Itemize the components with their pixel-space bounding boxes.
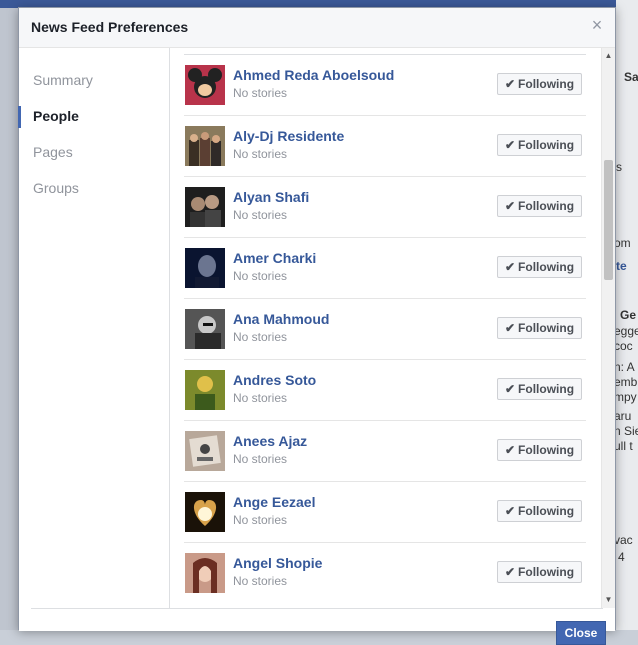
list-item: Ange Eezael No stories ✔ Following <box>184 481 586 542</box>
person-status: No stories <box>233 147 288 161</box>
avatar[interactable] <box>185 65 225 105</box>
dialog-body: Summary People Pages Groups Ahmed Reda A… <box>18 48 615 608</box>
check-icon: ✔ <box>504 443 516 457</box>
following-button[interactable]: ✔ Following <box>497 439 582 461</box>
avatar[interactable] <box>185 553 225 593</box>
person-status: No stories <box>233 452 288 466</box>
following-button[interactable]: ✔ Following <box>497 256 582 278</box>
nav-item-people[interactable]: People <box>18 98 169 134</box>
person-status: No stories <box>233 574 288 588</box>
check-icon: ✔ <box>504 565 516 579</box>
following-button[interactable]: ✔ Following <box>497 195 582 217</box>
news-feed-preferences-dialog: News Feed Preferences × Summary People P… <box>18 7 616 645</box>
scroll-down-icon[interactable]: ▼ <box>602 594 615 606</box>
background-fragment: aru <box>614 409 632 423</box>
list-item: Ahmed Reda Aboelsoud No stories ✔ Follow… <box>184 54 586 115</box>
person-name[interactable]: Ahmed Reda Aboelsoud <box>233 67 394 83</box>
background-right-strip: Sa s om te Ge egge coc n: A emb mpy aru … <box>614 0 638 630</box>
list-item: Ana Mahmoud No stories ✔ Following <box>184 298 586 359</box>
person-name[interactable]: Angel Shopie <box>233 555 322 571</box>
background-fragment: om <box>614 236 631 250</box>
people-list: Ahmed Reda Aboelsoud No stories ✔ Follow… <box>170 48 600 608</box>
avatar[interactable] <box>185 492 225 532</box>
following-button[interactable]: ✔ Following <box>497 561 582 583</box>
check-icon: ✔ <box>504 199 516 213</box>
avatar[interactable] <box>185 370 225 410</box>
scrollbar[interactable]: ▲ ▼ <box>601 48 615 608</box>
following-button-label: Following <box>518 321 575 335</box>
list-item: Angel Shopie No stories ✔ Following <box>184 542 586 603</box>
list-item: Anees Ajaz No stories ✔ Following <box>184 420 586 481</box>
background-fragment: vac <box>614 533 633 547</box>
person-status: No stories <box>233 269 288 283</box>
person-name[interactable]: Alyan Shafi <box>233 189 309 205</box>
background-fragment: te <box>616 259 627 273</box>
following-button-label: Following <box>518 260 575 274</box>
background-fragment: emb <box>614 375 638 389</box>
check-icon: ✔ <box>504 260 516 274</box>
dialog-title: News Feed Preferences <box>31 19 189 35</box>
person-status: No stories <box>233 513 288 527</box>
person-status: No stories <box>233 330 288 344</box>
background-fragment: 4 <box>618 550 625 564</box>
following-button[interactable]: ✔ Following <box>497 378 582 400</box>
background-fragment: Sa <box>624 70 638 84</box>
following-button[interactable]: ✔ Following <box>497 134 582 156</box>
background-fragment: egge <box>614 324 638 338</box>
list-item: Aly-Dj Residente No stories ✔ Following <box>184 115 586 176</box>
following-button[interactable]: ✔ Following <box>497 317 582 339</box>
avatar[interactable] <box>185 248 225 288</box>
person-status: No stories <box>233 391 288 405</box>
list-item: Andres Soto No stories ✔ Following <box>184 359 586 420</box>
background-fragment: Ge <box>620 308 637 322</box>
check-icon: ✔ <box>504 382 516 396</box>
avatar[interactable] <box>185 187 225 227</box>
list-item: Alyan Shafi No stories ✔ Following <box>184 176 586 237</box>
person-name[interactable]: Ana Mahmoud <box>233 311 329 327</box>
nav-item-summary[interactable]: Summary <box>19 62 169 98</box>
background-fragment: s <box>616 160 622 174</box>
close-icon[interactable]: × <box>589 16 605 34</box>
dialog-footer: Close <box>19 608 615 645</box>
avatar[interactable] <box>185 431 225 471</box>
following-button-label: Following <box>518 443 575 457</box>
following-button-label: Following <box>518 138 575 152</box>
person-status: No stories <box>233 86 288 100</box>
following-button-label: Following <box>518 565 575 579</box>
person-name[interactable]: Aly-Dj Residente <box>233 128 344 144</box>
person-name[interactable]: Amer Charki <box>233 250 316 266</box>
following-button[interactable]: ✔ Following <box>497 73 582 95</box>
close-button[interactable]: Close <box>556 621 606 645</box>
background-fragment: ull t <box>614 439 633 453</box>
check-icon: ✔ <box>504 138 516 152</box>
nav-item-groups[interactable]: Groups <box>19 170 169 206</box>
check-icon: ✔ <box>504 321 516 335</box>
following-button-label: Following <box>518 199 575 213</box>
background-fragment: coc <box>614 339 633 353</box>
background-fragment: n: A <box>614 360 635 374</box>
person-name[interactable]: Andres Soto <box>233 372 316 388</box>
following-button-label: Following <box>518 382 575 396</box>
background-fragment: mpy <box>614 390 637 404</box>
nav-item-pages[interactable]: Pages <box>19 134 169 170</box>
following-button-label: Following <box>518 504 575 518</box>
background-fragment: n Sie <box>614 424 638 438</box>
following-button[interactable]: ✔ Following <box>497 500 582 522</box>
following-button-label: Following <box>518 77 575 91</box>
person-status: No stories <box>233 208 288 222</box>
list-item: Amer Charki No stories ✔ Following <box>184 237 586 298</box>
avatar[interactable] <box>185 126 225 166</box>
scroll-up-icon[interactable]: ▲ <box>602 50 615 62</box>
check-icon: ✔ <box>504 77 516 91</box>
person-name[interactable]: Ange Eezael <box>233 494 315 510</box>
check-icon: ✔ <box>504 504 516 518</box>
preferences-nav: Summary People Pages Groups <box>18 48 170 608</box>
person-name[interactable]: Anees Ajaz <box>233 433 307 449</box>
background-left-strip <box>0 8 18 630</box>
dialog-header: News Feed Preferences × <box>19 8 615 48</box>
avatar[interactable] <box>185 309 225 349</box>
scroll-thumb[interactable] <box>604 160 613 280</box>
footer-divider <box>31 608 603 609</box>
